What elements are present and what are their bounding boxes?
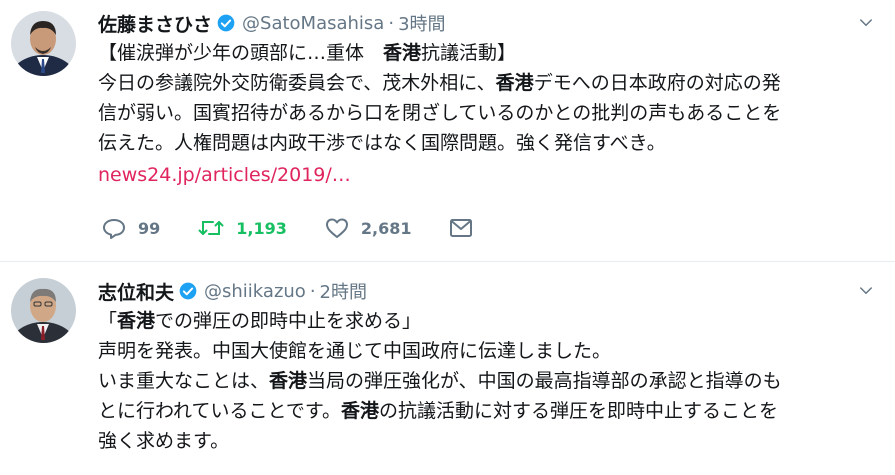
text-segment: とに行われていることです。 — [98, 400, 342, 422]
tweet-actions: 99 1,193 2,681 — [102, 215, 523, 241]
tweet-text-line: 「香港での弾圧の即時中止を求める」 — [98, 306, 875, 336]
text-segment: での弾圧の即時中止を求める」 — [155, 310, 422, 332]
hashtag-keyword: 香港 — [269, 370, 308, 392]
tweet[interactable]: 志位和夫 @shiikazuo · 2時間 「香港での弾圧の即時中止を求める」声… — [0, 262, 895, 475]
tweet-text-line: 信が弱い。国賓招待があるから口を閉ざしているのかとの批判の声もあることを — [98, 98, 875, 128]
hashtag-keyword: 香港 — [117, 310, 156, 332]
like-button[interactable]: 2,681 — [325, 217, 412, 239]
tweet-header: 志位和夫 @shiikazuo · 2時間 — [98, 276, 875, 306]
verified-badge-icon — [179, 282, 197, 300]
tweet-text-line: いま重大なことは、香港当局の弾圧強化が、中国の最高指導部の承認と指導のも — [98, 366, 875, 396]
hashtag-keyword: 香港 — [341, 400, 380, 422]
tweet[interactable]: 佐藤まさひさ @SatoMasahisa · 3時間 【催涙弾が少年の頭部に…重… — [0, 0, 895, 262]
text-segment: 抗議活動】 — [421, 42, 517, 64]
reply-button[interactable]: 99 — [102, 217, 160, 239]
timestamp[interactable]: 2時間 — [320, 278, 367, 304]
tweet-header: 佐藤まさひさ @SatoMasahisa · 3時間 — [98, 8, 875, 38]
separator-dot: · — [309, 280, 316, 302]
reply-count: 99 — [138, 218, 161, 238]
reply-icon — [103, 219, 125, 239]
retweet-count: 1,193 — [236, 218, 287, 238]
display-name[interactable]: 佐藤まさひさ — [98, 10, 212, 37]
retweet-icon — [198, 221, 224, 235]
display-name[interactable]: 志位和夫 — [98, 278, 174, 305]
chevron-down-icon[interactable] — [857, 282, 875, 300]
tweet-text: 「香港での弾圧の即時中止を求める」 声明を発表。中国大使館を通じて中国政府に伝達し… — [98, 306, 875, 456]
text-segment: 「 — [98, 310, 118, 332]
hashtag-keyword: 香港 — [495, 72, 534, 94]
text-segment: 声明を発表。中国大使館を通じて中国政府に伝達しました。 — [98, 340, 612, 362]
tweet-link[interactable]: news24.jp/articles/2019/… — [98, 160, 875, 190]
heart-icon — [325, 218, 348, 238]
text-segment: 今日の参議院外交防衛委員会で、茂木外相に、 — [98, 72, 496, 94]
tweet-text-line: 伝えた。人権問題は内政干渉ではなく国際問題。強く発信すべき。 — [98, 128, 875, 158]
text-segment: いま重大なことは、 — [98, 370, 270, 392]
user-handle[interactable]: @SatoMasahisa — [242, 13, 384, 34]
envelope-icon — [450, 219, 473, 237]
tweet-text-line: 声明を発表。中国大使館を通じて中国政府に伝達しました。 — [98, 336, 875, 366]
tweet-text-line: 強く求めます。 — [98, 426, 875, 456]
text-segment: 強く求めます。 — [98, 430, 230, 452]
tweet-text-line: 【催涙弾が少年の頭部に…重体 香港抗議活動】 — [98, 38, 875, 68]
text-segment: 伝えた。人権問題は内政干渉ではなく国際問題。強く発信すべき。 — [98, 132, 666, 154]
tweet-text-line: とに行われていることです。香港の抗議活動に対する弾圧を即時中止することを — [98, 396, 875, 426]
text-segment: デモへの日本政府の対応の発 — [533, 72, 781, 94]
text-segment: 【催涙弾が少年の頭部に…重体 — [98, 42, 384, 64]
retweet-button[interactable]: 1,193 — [198, 217, 287, 239]
tweet-text-line: 今日の参議院外交防衛委員会で、茂木外相に、香港デモへの日本政府の対応の発 — [98, 68, 875, 98]
text-segment: 当局の弾圧強化が、中国の最高指導部の承認と指導のも — [307, 370, 782, 392]
tweet-text: 【催涙弾が少年の頭部に…重体 香港抗議活動】 今日の参議院外交防衛委員会で、茂木外… — [98, 38, 875, 158]
text-segment: 信が弱い。国賓招待があるから口を閉ざしているのかとの批判の声もあることを — [98, 102, 782, 124]
avatar[interactable] — [11, 11, 76, 76]
hashtag-keyword: 香港 — [383, 42, 422, 64]
chevron-down-icon[interactable] — [857, 14, 875, 32]
user-handle[interactable]: @shiikazuo — [204, 281, 306, 302]
direct-message-button[interactable] — [449, 218, 485, 238]
like-count: 2,681 — [360, 218, 412, 238]
avatar[interactable] — [11, 278, 76, 343]
separator-dot: · — [388, 12, 395, 34]
verified-badge-icon — [217, 14, 235, 32]
text-segment: の抗議活動に対する弾圧を即時中止することを — [379, 400, 779, 422]
timestamp[interactable]: 3時間 — [398, 10, 445, 36]
